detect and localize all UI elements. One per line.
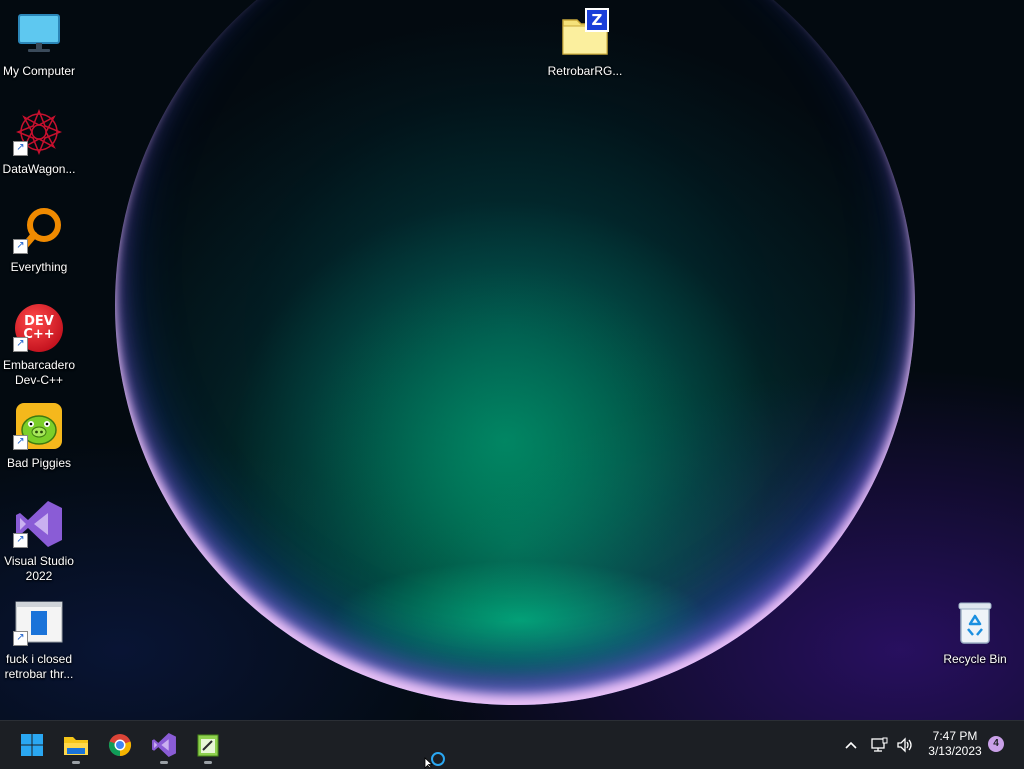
shortcut-arrow-icon: ↗	[13, 239, 28, 254]
desktop-icon-label: Visual Studio 2022	[4, 554, 74, 583]
taskbar-clock[interactable]: 7:47 PM 3/13/2023	[920, 729, 990, 759]
folder-icon	[64, 737, 88, 755]
mouse-pointer-icon	[424, 757, 434, 769]
desktop-icon-devcpp[interactable]: DEV C++ ↗ Embarcadero Dev-C++	[0, 302, 78, 388]
desktop-icon-label: DataWagon...	[2, 162, 76, 176]
shortcut-arrow-icon: ↗	[13, 533, 28, 548]
zip-folder-icon: Z	[559, 8, 611, 60]
desktop-icon-label: Embarcadero Dev-C++	[2, 358, 76, 387]
starburst-icon: ↗	[13, 106, 65, 158]
desktop-icon-datawagon[interactable]: ↗ DataWagon...	[0, 106, 78, 177]
pig-icon: ↗	[13, 400, 65, 452]
desktop-icon-recycle-bin[interactable]: Recycle Bin	[936, 596, 1014, 667]
devcpp-icon: DEV C++ ↗	[13, 302, 65, 354]
shortcut-arrow-icon: ↗	[13, 631, 28, 646]
desktop-icon-label: Bad Piggies	[6, 456, 72, 470]
desktop-wallpaper	[0, 0, 1024, 720]
network-button[interactable]	[866, 729, 892, 761]
notification-badge[interactable]: 4	[988, 736, 1004, 752]
desktop-icon-bad-piggies[interactable]: ↗ Bad Piggies	[0, 400, 78, 471]
windows-logo-icon	[21, 734, 43, 756]
notepad-button[interactable]	[192, 729, 224, 764]
recycle-bin-icon	[949, 596, 1001, 648]
desktop-icon-label: Everything	[10, 260, 68, 274]
running-indicator	[160, 761, 168, 764]
visual-studio-button[interactable]	[148, 729, 180, 764]
notepad-icon	[197, 734, 219, 757]
chrome-button[interactable]	[104, 729, 136, 761]
document-icon: ↗	[13, 596, 65, 648]
visual-studio-icon	[152, 733, 176, 757]
wallpaper-glow	[330, 560, 710, 680]
desktop-icon-label: RetrobarRG...	[547, 64, 623, 78]
monitor-icon	[13, 8, 65, 60]
chrome-icon	[108, 734, 132, 757]
desktop-icon-label: My Computer	[2, 64, 76, 78]
volume-icon	[897, 737, 912, 753]
shortcut-arrow-icon: ↗	[13, 435, 28, 450]
volume-button[interactable]	[892, 729, 918, 761]
network-icon	[871, 737, 888, 752]
desktop-icon-visual-studio[interactable]: ↗ Visual Studio 2022	[0, 498, 78, 584]
zip-badge: Z	[585, 8, 609, 32]
desktop-icon-retrobar-zip[interactable]: Z RetrobarRG...	[546, 8, 624, 79]
running-indicator	[204, 761, 212, 764]
file-explorer-button[interactable]	[60, 729, 92, 764]
desktop-icon-label: Recycle Bin	[943, 652, 1007, 666]
clock-date: 3/13/2023	[928, 744, 982, 758]
desktop-icon-label: fuck i closed retrobar thr...	[4, 652, 74, 681]
start-button[interactable]	[16, 729, 48, 761]
desktop-icon-document[interactable]: ↗ fuck i closed retrobar thr...	[0, 596, 78, 682]
running-indicator	[72, 761, 80, 764]
clock-time: 7:47 PM	[932, 729, 978, 743]
desktop-icon-my-computer[interactable]: My Computer	[0, 8, 78, 79]
desktop-icon-everything[interactable]: ↗ Everything	[0, 204, 78, 275]
chevron-up-icon	[845, 741, 857, 749]
show-hidden-icons-button[interactable]	[836, 729, 866, 761]
visual-studio-icon: ↗	[13, 498, 65, 550]
shortcut-arrow-icon: ↗	[13, 337, 28, 352]
taskbar: 7:47 PM 3/13/2023	[0, 720, 1024, 769]
shortcut-arrow-icon: ↗	[13, 141, 28, 156]
magnifier-icon: ↗	[13, 204, 65, 256]
